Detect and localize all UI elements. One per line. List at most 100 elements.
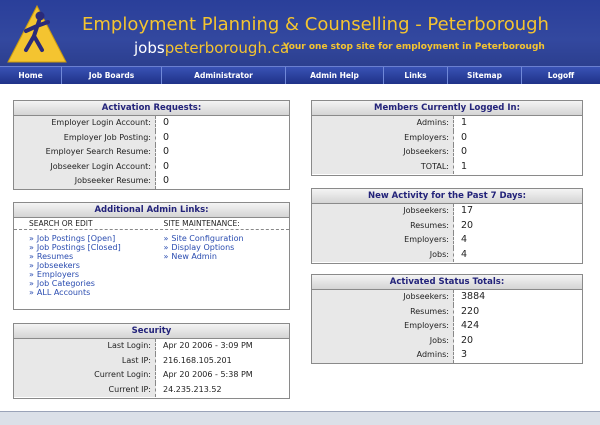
row-value: 4 [461, 234, 468, 245]
row-label: Jobs: [312, 333, 454, 348]
chevron-right-icon: » [29, 261, 34, 270]
row-value: 20 [461, 334, 474, 346]
panel-title: Additional Admin Links: [14, 203, 289, 218]
row-value: 0 [461, 131, 468, 143]
security-panel: Security Last Login: Apr 20 2006 - 3:09 P… [13, 323, 290, 399]
row-label: Jobseeker Resume: [14, 174, 156, 189]
activation-row: Jobseeker Login Account: 0 [14, 159, 289, 174]
activation-requests-panel: Activation Requests: Employer Login Acco… [13, 100, 290, 190]
row-label: Last IP: [14, 353, 156, 368]
row-label: Employer Job Posting: [14, 130, 156, 145]
row-value: 0 [163, 131, 170, 143]
new-activity-row: Employers: 4 [312, 233, 582, 248]
security-row: Current IP: 24.235.213.52 [14, 382, 289, 397]
nav-admin-help[interactable]: Admin Help [286, 67, 384, 84]
row-label: Resumes: [312, 304, 454, 319]
row-value: 0 [163, 146, 170, 157]
site-maintenance-header: SITE MAINTENANCE: [163, 219, 240, 228]
row-label: Employer Login Account: [14, 116, 156, 131]
search-edit-links: » Job Postings [Open] » Job Postings [Clos… [17, 234, 152, 297]
row-value: 0 [461, 146, 468, 157]
row-value: Apr 20 2006 - 5:38 PM [163, 370, 253, 379]
chevron-right-icon: » [29, 243, 34, 252]
row-value: 17 [461, 205, 474, 216]
nav-links[interactable]: Links [384, 67, 448, 84]
site-banner: Employment Planning & Counselling - Pete… [0, 0, 600, 66]
new-activity-row: Jobs: 4 [312, 247, 582, 262]
link-job-postings-open[interactable]: » Job Postings [Open] [29, 234, 152, 243]
logo-figure-icon [7, 4, 67, 63]
link-job-categories[interactable]: » Job Categories [29, 279, 152, 288]
row-value: 220 [461, 305, 480, 317]
link-site-configuration[interactable]: » Site Configuration [164, 234, 287, 243]
row-label: Admins: [312, 116, 454, 131]
status-totals-row: Resumes: 220 [312, 304, 582, 319]
new-activity-panel: New Activity for the Past 7 Days: Jobsee… [311, 188, 583, 264]
row-label: Jobseeker Login Account: [14, 159, 156, 174]
nav-administrator[interactable]: Administrator [162, 67, 286, 84]
chevron-right-icon: » [29, 234, 34, 243]
link-display-options[interactable]: » Display Options [164, 243, 287, 252]
bottom-strip [0, 411, 600, 425]
row-label: Resumes: [312, 218, 454, 233]
chevron-right-icon: » [29, 270, 34, 279]
row-label: Employers: [312, 319, 454, 334]
logged-in-row: Employers: 0 [312, 130, 582, 145]
panel-title: New Activity for the Past 7 Days: [312, 189, 582, 204]
main-content: Activation Requests: Employer Login Acco… [0, 84, 600, 412]
row-label: Jobseekers: [312, 290, 454, 305]
logged-in-panel: Members Currently Logged In: Admins: 1 Em… [311, 100, 583, 176]
banner-title: Employment Planning & Counselling - Pete… [82, 14, 549, 35]
row-label: TOTAL: [312, 159, 454, 174]
row-label: Current Login: [14, 368, 156, 383]
link-job-postings-closed[interactable]: » Job Postings [Closed] [29, 243, 152, 252]
link-resumes[interactable]: » Resumes [29, 252, 152, 261]
link-jobseekers[interactable]: » Jobseekers [29, 261, 152, 270]
chevron-right-icon: » [163, 243, 169, 252]
row-value: 0 [163, 117, 170, 128]
link-employers[interactable]: » Employers [29, 270, 152, 279]
chevron-right-icon: » [29, 252, 34, 261]
status-totals-row: Jobseekers: 3884 [312, 290, 582, 305]
nav-logoff[interactable]: Logoff [522, 67, 600, 84]
admin-links-panel: Additional Admin Links: SEARCH OR EDIT S… [13, 202, 290, 310]
chevron-right-icon: » [29, 288, 34, 297]
row-label: Employer Search Resume: [14, 145, 156, 160]
site-url-domain: peterborough.ca [164, 39, 290, 57]
main-nav: Home Job Boards Administrator Admin Help… [0, 66, 600, 85]
status-totals-row: Jobs: 20 [312, 333, 582, 348]
nav-home[interactable]: Home [0, 67, 62, 84]
security-row: Last IP: 216.168.105.201 [14, 353, 289, 368]
logged-in-row: Admins: 1 [312, 116, 582, 131]
row-value: 216.168.105.201 [163, 355, 232, 365]
logged-in-row: Jobseekers: 0 [312, 145, 582, 160]
row-value: 1 [461, 117, 468, 128]
row-label: Jobseekers: [312, 204, 454, 219]
activation-row: Jobseeker Resume: 0 [14, 174, 289, 189]
status-totals-panel: Activated Status Totals: Jobseekers: 3884… [311, 274, 583, 364]
row-label: Employers: [312, 233, 454, 248]
chevron-right-icon: » [163, 234, 169, 243]
panel-title: Security [14, 324, 289, 339]
row-label: Employers: [312, 130, 454, 145]
status-totals-row: Admins: 3 [312, 348, 582, 363]
links-header: SEARCH OR EDIT SITE MAINTENANCE: [14, 218, 289, 230]
nav-job-boards[interactable]: Job Boards [62, 67, 162, 84]
search-edit-header: SEARCH OR EDIT [29, 219, 93, 228]
row-value: 20 [461, 219, 474, 231]
panel-title: Activated Status Totals: [312, 275, 582, 290]
link-all-accounts[interactable]: » ALL Accounts [29, 288, 152, 297]
link-new-admin[interactable]: » New Admin [164, 252, 287, 261]
status-totals-row: Employers: 424 [312, 319, 582, 334]
row-value: 3884 [461, 291, 486, 302]
activation-row: Employer Search Resume: 0 [14, 145, 289, 160]
row-label: Last Login: [14, 339, 156, 354]
new-activity-row: Jobseekers: 17 [312, 204, 582, 219]
row-value: 0 [163, 160, 170, 172]
nav-sitemap[interactable]: Sitemap [448, 67, 522, 84]
row-value: 1 [461, 160, 468, 172]
row-value: 24.235.213.52 [163, 384, 222, 394]
row-value: 4 [461, 248, 468, 260]
panel-title: Activation Requests: [14, 101, 289, 116]
row-label: Jobs: [312, 247, 454, 262]
